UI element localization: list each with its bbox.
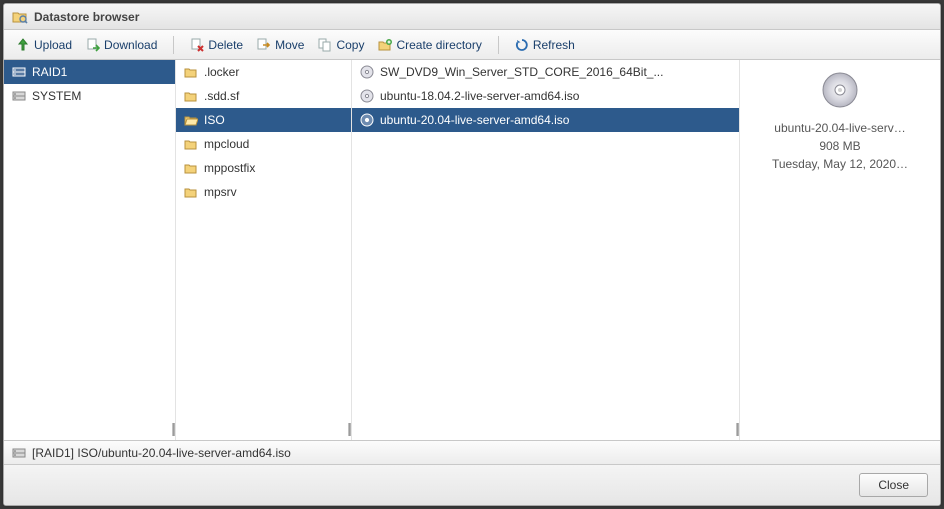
copy-icon [318,38,332,52]
resize-handle[interactable]: ||| [735,420,737,436]
file-name: ubuntu-18.04.2-live-server-amd64.iso [380,89,579,103]
file-item[interactable]: ubuntu-18.04.2-live-server-amd64.iso [352,84,739,108]
create-directory-label: Create directory [396,38,481,52]
download-button[interactable]: Download [82,36,161,54]
create-directory-icon [378,38,392,52]
datastore-browser-window: Datastore browser Upload Download [3,3,941,506]
browser-body: RAID1 SYSTEM ||| .locker .sdd.sf ISO mpcloud… [4,60,940,441]
datastore-item[interactable]: SYSTEM [4,84,175,108]
copy-button[interactable]: Copy [314,36,368,54]
titlebar: Datastore browser [4,4,940,30]
file-name: ubuntu-20.04-live-server-amd64.iso [380,113,569,127]
upload-icon [16,38,30,52]
folder-name: mppostfix [204,161,255,175]
footer: Close [4,465,940,505]
file-name: SW_DVD9_Win_Server_STD_CORE_2016_64Bit_.… [380,65,663,79]
datastore-column: RAID1 SYSTEM ||| [4,60,176,440]
resize-handle[interactable]: ||| [171,420,173,436]
datastore-item[interactable]: RAID1 [4,60,175,84]
datastore-icon [12,65,26,79]
folder-icon [184,65,198,79]
upload-button[interactable]: Upload [12,36,76,54]
close-button[interactable]: Close [859,473,928,497]
datastore-icon [12,446,26,460]
preview-filesize: 908 MB [740,139,940,153]
disc-icon [360,89,374,103]
window-title: Datastore browser [34,10,139,24]
toolbar: Upload Download Delete [4,30,940,60]
statusbar: [RAID1] ISO/ubuntu-20.04-live-server-amd… [4,441,940,465]
folder-icon [184,185,198,199]
toolbar-separator [173,36,174,54]
folder-icon [184,113,198,127]
delete-button[interactable]: Delete [186,36,247,54]
file-item[interactable]: ubuntu-20.04-live-server-amd64.iso [352,108,739,132]
move-icon [257,38,271,52]
datastore-name: RAID1 [32,65,67,79]
preview-column: ubuntu-20.04-live-serv… 908 MB Tuesday, … [740,60,940,440]
file-column: SW_DVD9_Win_Server_STD_CORE_2016_64Bit_.… [352,60,740,440]
folder-name: ISO [204,113,225,127]
refresh-icon [515,38,529,52]
move-label: Move [275,38,304,52]
move-button[interactable]: Move [253,36,308,54]
download-label: Download [104,38,157,52]
folder-name: mpcloud [204,137,249,151]
folder-icon [184,161,198,175]
delete-icon [190,38,204,52]
refresh-label: Refresh [533,38,575,52]
folder-item[interactable]: ISO [176,108,351,132]
preview-filename: ubuntu-20.04-live-serv… [740,121,940,135]
preview-filedate: Tuesday, May 12, 2020… [740,157,940,171]
folder-name: .sdd.sf [204,89,239,103]
folder-name: mpsrv [204,185,237,199]
create-directory-button[interactable]: Create directory [374,36,485,54]
folder-item[interactable]: mpcloud [176,132,351,156]
disc-icon [360,65,374,79]
disc-large-icon [820,70,860,110]
folder-item[interactable]: mppostfix [176,156,351,180]
copy-label: Copy [336,38,364,52]
folder-icon [184,89,198,103]
folder-item[interactable]: .locker [176,60,351,84]
datastore-name: SYSTEM [32,89,81,103]
resize-handle[interactable]: ||| [347,420,349,436]
toolbar-separator [498,36,499,54]
folder-column: .locker .sdd.sf ISO mpcloud mppostfix mpsrv |… [176,60,352,440]
upload-label: Upload [34,38,72,52]
datastore-icon [12,89,26,103]
file-item[interactable]: SW_DVD9_Win_Server_STD_CORE_2016_64Bit_.… [352,60,739,84]
refresh-button[interactable]: Refresh [511,36,579,54]
disc-icon [360,113,374,127]
delete-label: Delete [208,38,243,52]
folder-item[interactable]: mpsrv [176,180,351,204]
folder-icon [184,137,198,151]
folder-item[interactable]: .sdd.sf [176,84,351,108]
status-path: [RAID1] ISO/ubuntu-20.04-live-server-amd… [32,446,291,460]
folder-search-icon [12,9,28,25]
folder-name: .locker [204,65,239,79]
download-icon [86,38,100,52]
